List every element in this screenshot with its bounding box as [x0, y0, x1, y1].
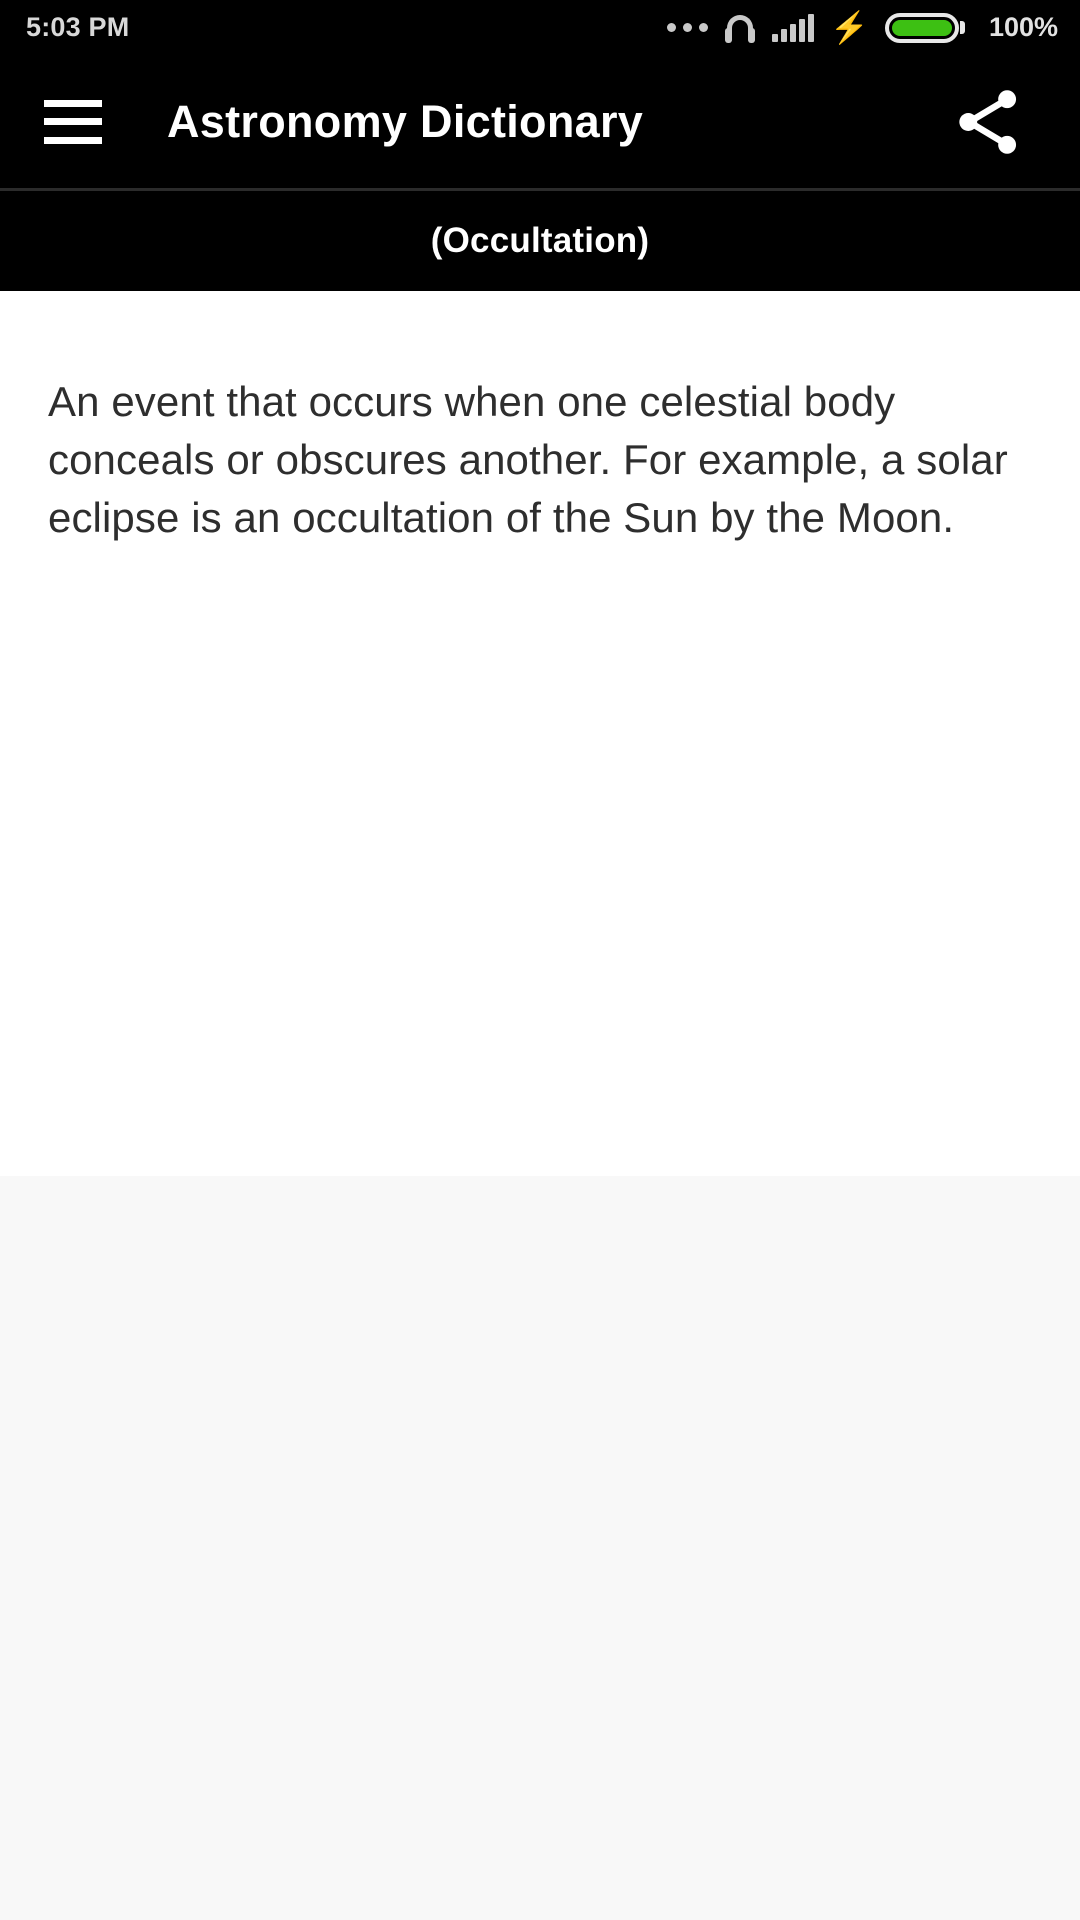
charging-bolt-icon: ⚡ — [830, 10, 869, 45]
lower-empty-pane — [0, 1176, 1080, 1920]
page-title: Astronomy Dictionary — [167, 95, 644, 147]
app-bar: Astronomy Dictionary — [0, 55, 1080, 188]
definition-panel: An event that occurs when one celestial … — [0, 291, 1080, 1176]
more-dots-icon — [667, 23, 709, 32]
term-title: (Occultation) — [430, 221, 650, 260]
share-button[interactable] — [944, 78, 1032, 166]
status-bar: 5:03 PM ⚡ 100% — [0, 0, 1080, 55]
battery-percent-label: 100% — [988, 12, 1058, 42]
signal-bars-icon — [772, 13, 815, 42]
app-screen: 5:03 PM ⚡ 100% Astronomy Dictionary (Occ… — [0, 0, 1080, 1920]
hamburger-menu-icon[interactable] — [44, 99, 102, 144]
status-icons: ⚡ 100% — [667, 12, 1058, 43]
headphones-icon — [723, 13, 757, 43]
battery-icon — [884, 12, 965, 43]
share-icon — [959, 89, 1017, 154]
term-header-bar: (Occultation) — [0, 188, 1080, 291]
status-time: 5:03 PM — [26, 12, 130, 42]
definition-text: An event that occurs when one celestial … — [48, 378, 1008, 541]
